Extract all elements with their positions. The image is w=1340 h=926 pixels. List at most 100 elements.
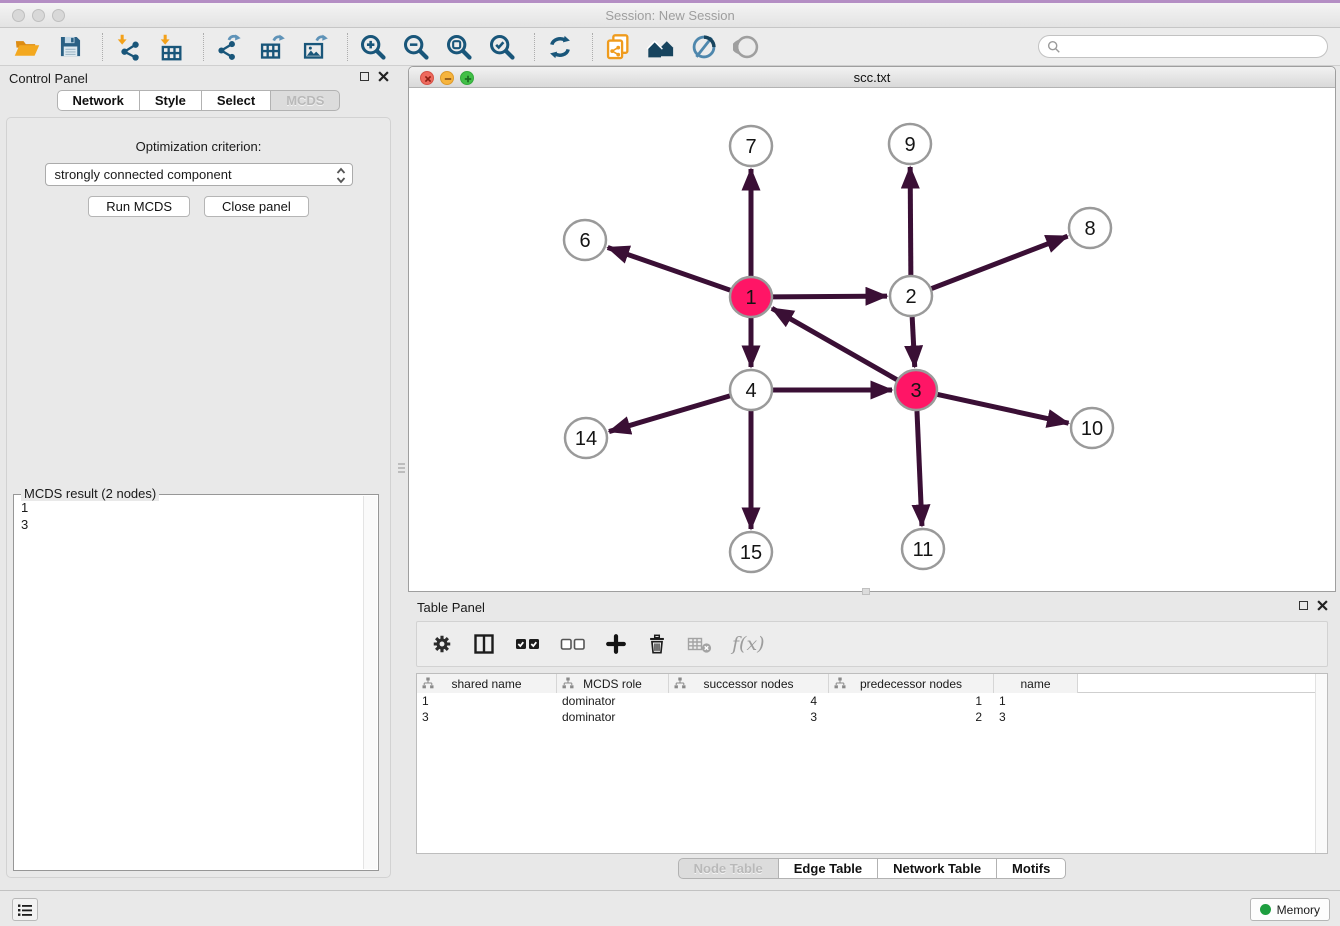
export-network-icon[interactable]	[214, 32, 244, 62]
import-table-icon[interactable]	[156, 32, 186, 62]
deselect-all-icon[interactable]	[560, 635, 586, 653]
tab-style[interactable]: Style	[139, 90, 202, 111]
memory-button[interactable]: Memory	[1250, 898, 1330, 921]
edge-3-11[interactable]	[917, 411, 922, 526]
cell-mcds-role[interactable]: dominator	[557, 693, 669, 709]
mcds-result-node: 3	[21, 516, 356, 533]
column-header-mcds-role[interactable]: MCDS role	[557, 674, 669, 693]
tab-network[interactable]: Network	[57, 90, 140, 111]
table-panel-title: Table Panel	[417, 600, 485, 615]
edge-3-10[interactable]	[938, 394, 1069, 423]
cell-mcds-role[interactable]: dominator	[557, 709, 669, 725]
cell-successor-nodes[interactable]: 3	[669, 709, 829, 725]
tab-select[interactable]: Select	[201, 90, 271, 111]
memory-label: Memory	[1277, 903, 1320, 917]
toolbar-separator	[592, 33, 593, 61]
edge-2-3[interactable]	[912, 317, 915, 367]
run-mcds-button[interactable]: Run MCDS	[88, 196, 190, 217]
node-7[interactable]: 7	[730, 126, 772, 166]
edge-2-9[interactable]	[910, 167, 911, 275]
window-title: Session: New Session	[0, 8, 1340, 23]
node-1[interactable]: 1	[730, 277, 772, 317]
cell-predecessor-nodes[interactable]: 2	[829, 709, 994, 725]
zoom-out-icon[interactable]	[401, 32, 431, 62]
open-session-icon[interactable]	[12, 32, 42, 62]
first-neighbors-icon[interactable]	[646, 32, 676, 62]
refresh-layout-icon[interactable]	[545, 32, 575, 62]
cell-successor-nodes[interactable]: 4	[669, 693, 829, 709]
float-panel-icon[interactable]	[360, 72, 369, 81]
table-row[interactable]: 1dominator411	[417, 693, 1327, 709]
select-all-icon[interactable]	[515, 635, 541, 653]
cell-shared-name[interactable]: 3	[417, 709, 557, 725]
node-2[interactable]: 2	[890, 276, 932, 316]
column-visibility-icon[interactable]	[472, 632, 496, 656]
float-panel-icon[interactable]	[1299, 601, 1308, 610]
node-3[interactable]: 3	[895, 370, 937, 410]
result-scrollbar[interactable]	[363, 496, 377, 869]
table-toolbar: f(x)	[416, 621, 1328, 667]
control-panel-title: Control Panel	[9, 71, 88, 86]
edge-1-2[interactable]	[773, 296, 887, 297]
add-column-icon[interactable]	[605, 633, 627, 655]
save-session-icon[interactable]	[55, 32, 85, 62]
edge-3-1[interactable]	[772, 308, 897, 379]
network-window-titlebar[interactable]: scc.txt	[409, 67, 1335, 88]
import-network-icon[interactable]	[113, 32, 143, 62]
node-11[interactable]: 11	[902, 529, 944, 569]
criterion-dropdown[interactable]: strongly connected component	[45, 163, 353, 186]
column-header-shared-name[interactable]: shared name	[417, 674, 557, 693]
network-canvas[interactable]: 7 9 6 8 1 2 4 3 14 10 15 11	[409, 88, 1335, 591]
cell-name[interactable]: 1	[994, 693, 1078, 709]
search-box[interactable]	[1038, 35, 1328, 58]
search-input[interactable]	[1066, 40, 1319, 54]
node-10[interactable]: 10	[1071, 408, 1113, 448]
tab-node-table[interactable]: Node Table	[678, 858, 779, 879]
tab-network-table[interactable]: Network Table	[877, 858, 997, 879]
edge-2-8[interactable]	[932, 236, 1068, 288]
control-panel: Control Panel NetworkStyleSelectMCDS Opt…	[0, 66, 397, 880]
vertical-splitter-handle[interactable]	[398, 461, 405, 477]
show-hide-graphics-icon[interactable]	[732, 32, 762, 62]
delete-column-icon[interactable]	[646, 633, 668, 655]
node-6[interactable]: 6	[564, 220, 606, 260]
tab-mcds[interactable]: MCDS	[270, 90, 340, 111]
toolbar-separator	[102, 33, 103, 61]
close-panel-icon[interactable]	[378, 71, 389, 82]
column-header-successor-nodes[interactable]: successor nodes	[669, 674, 829, 693]
column-header-name[interactable]: name	[994, 674, 1078, 693]
table-header-row: shared nameMCDS rolesuccessor nodesprede…	[417, 674, 1327, 693]
task-history-button[interactable]	[12, 898, 38, 921]
zoom-fit-icon[interactable]	[444, 32, 474, 62]
function-builder-icon: f(x)	[732, 633, 765, 655]
cell-predecessor-nodes[interactable]: 1	[829, 693, 994, 709]
graphics-details-icon[interactable]	[689, 32, 719, 62]
table-row[interactable]: 3dominator323	[417, 709, 1327, 725]
tab-edge-table[interactable]: Edge Table	[778, 858, 878, 879]
svg-text:1: 1	[745, 287, 756, 309]
tab-motifs[interactable]: Motifs	[996, 858, 1066, 879]
edge-4-14[interactable]	[609, 396, 730, 432]
close-panel-icon[interactable]	[1317, 600, 1328, 611]
column-header-predecessor-nodes[interactable]: predecessor nodes	[829, 674, 994, 693]
cell-name[interactable]: 3	[994, 709, 1078, 725]
edge-1-6[interactable]	[608, 247, 730, 290]
clone-network-icon[interactable]	[603, 32, 633, 62]
export-table-icon[interactable]	[257, 32, 287, 62]
node-9[interactable]: 9	[889, 124, 931, 164]
node-4[interactable]: 4	[730, 370, 772, 410]
zoom-in-icon[interactable]	[358, 32, 388, 62]
table-options-icon[interactable]	[431, 633, 453, 655]
network-view-title: scc.txt	[409, 70, 1335, 85]
node-8[interactable]: 8	[1069, 208, 1111, 248]
zoom-selected-icon[interactable]	[487, 32, 517, 62]
cell-shared-name[interactable]: 1	[417, 693, 557, 709]
export-image-icon[interactable]	[300, 32, 330, 62]
node-15[interactable]: 15	[730, 532, 772, 572]
node-14[interactable]: 14	[565, 418, 607, 458]
close-panel-button[interactable]: Close panel	[204, 196, 309, 217]
table-scrollbar[interactable]	[1315, 674, 1327, 853]
table-body: 1dominator4113dominator323	[417, 693, 1327, 725]
svg-text:9: 9	[904, 134, 915, 156]
horizontal-splitter-handle[interactable]	[862, 588, 870, 595]
